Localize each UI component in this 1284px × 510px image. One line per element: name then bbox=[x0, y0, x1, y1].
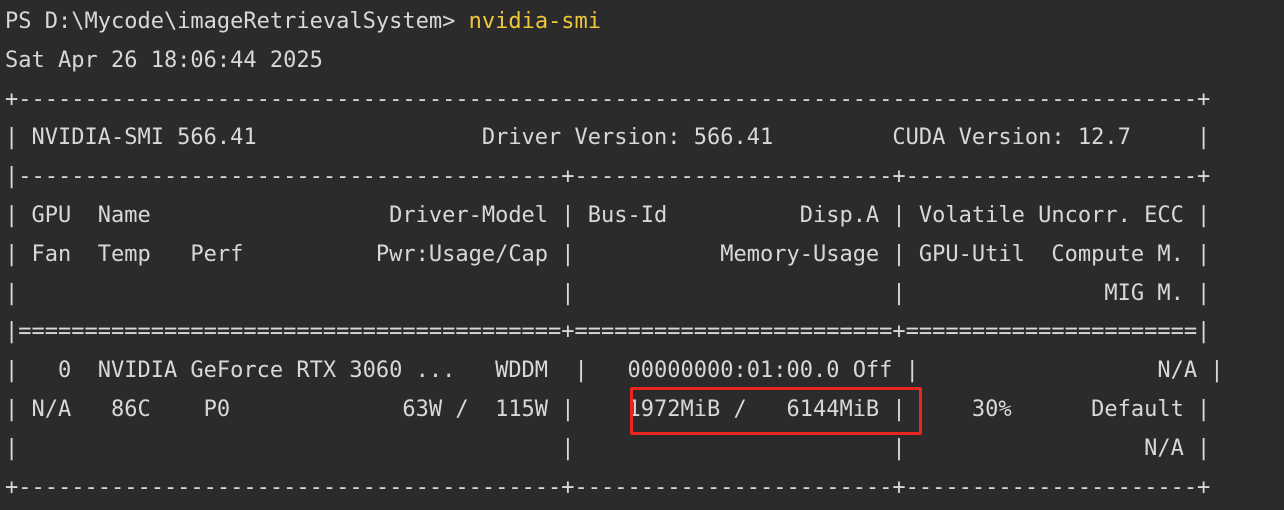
table-border-bottom: +---------------------------------------… bbox=[5, 474, 1211, 500]
header-row-1: | GPU Name Driver-Model | Bus-Id Disp.A … bbox=[5, 202, 1211, 228]
terminal-output[interactable]: PS D:\Mycode\imageRetrievalSystem> nvidi… bbox=[5, 3, 1224, 507]
timestamp-line: Sat Apr 26 18:06:44 2025 bbox=[5, 47, 323, 73]
header-divider: |=======================================… bbox=[5, 319, 1211, 345]
prompt-line: PS D:\Mycode\imageRetrievalSystem> nvidi… bbox=[5, 3, 1224, 42]
gpu-row-3: | | | N/A | bbox=[5, 435, 1211, 461]
gpu-row-2: | N/A 86C P0 63W / 115W | 1972MiB / 6144… bbox=[5, 396, 1211, 422]
header-row-2: | Fan Temp Perf Pwr:Usage/Cap | Memory-U… bbox=[5, 241, 1211, 267]
table-border-top: +---------------------------------------… bbox=[5, 86, 1211, 112]
header-row-3: | | | MIG M. | bbox=[5, 280, 1211, 306]
version-row: | NVIDIA-SMI 566.41 Driver Version: 566.… bbox=[5, 125, 1211, 151]
table-separator: |---------------------------------------… bbox=[5, 164, 1211, 190]
command-text: nvidia-smi bbox=[468, 9, 602, 34]
gpu-row-1: | 0 NVIDIA GeForce RTX 3060 ... WDDM | 0… bbox=[5, 358, 1224, 384]
prompt-path: PS D:\Mycode\imageRetrievalSystem> bbox=[5, 9, 469, 34]
